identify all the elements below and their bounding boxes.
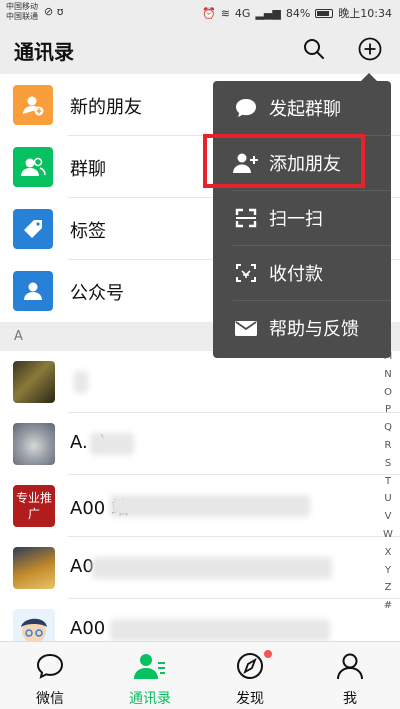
wifi-icon: ≋ <box>220 6 230 20</box>
redacted-name <box>110 495 310 517</box>
page-title: 通讯录 <box>14 40 74 64</box>
signal-icon: ▂▄▆ <box>255 6 281 20</box>
plus-popup-menu: 发起群聊 添加朋友 扫一扫 收付款 帮助与反馈 <box>213 81 391 358</box>
menu-item-group-chat[interactable]: 发起群聊 <box>213 81 391 136</box>
plus-circle-icon[interactable] <box>358 37 382 61</box>
index-letter[interactable]: Y <box>378 562 398 580</box>
avatar <box>13 361 55 403</box>
tab-chats[interactable]: 微信 <box>0 642 100 709</box>
tab-contacts[interactable]: 通讯录 <box>100 642 200 709</box>
menu-item-label: 发起群聊 <box>269 99 341 120</box>
redacted-name <box>90 433 134 455</box>
carrier-line2: 中国联通 <box>6 12 38 21</box>
header: 通讯录 <box>0 24 400 74</box>
tab-label: 微信 <box>36 691 64 707</box>
section-letter: A <box>14 329 23 344</box>
avatar <box>13 547 55 589</box>
contact-row[interactable]: A00 <box>0 599 400 641</box>
chat-icon <box>34 650 66 682</box>
index-letter[interactable]: Q <box>378 419 398 437</box>
official-account-icon <box>13 271 53 311</box>
index-letter[interactable]: X <box>378 544 398 562</box>
list-item-label: 标签 <box>70 221 106 242</box>
me-icon <box>334 650 366 682</box>
menu-item-money[interactable]: 收付款 <box>213 246 391 301</box>
payment-icon <box>233 261 259 285</box>
contact-row[interactable]: 专业推广 A00 站 <box>0 475 400 537</box>
menu-item-label: 扫一扫 <box>269 209 323 230</box>
compass-icon <box>234 650 266 682</box>
menu-item-label: 帮助与反馈 <box>269 319 359 340</box>
index-letter[interactable]: S <box>378 455 398 473</box>
tab-discover[interactable]: 发现 <box>200 642 300 709</box>
menu-item-label: 收付款 <box>269 264 323 285</box>
mail-icon <box>233 316 259 340</box>
list-item-label: 群聊 <box>70 159 106 180</box>
menu-item-scan[interactable]: 扫一扫 <box>213 191 391 246</box>
contact-name: A00 <box>70 618 106 639</box>
index-letter[interactable]: N <box>378 366 398 384</box>
status-bar: 中国移动 中国联通 ⊘ ʊ ⏰ ≋ 4G ▂▄▆ 84% 晚上10:34 <box>0 0 400 24</box>
tab-label: 通讯录 <box>129 691 171 707</box>
contact-row[interactable]: A. :) <box>0 413 400 475</box>
contacts-icon <box>134 650 166 682</box>
battery-icon <box>315 8 334 18</box>
network-label: 4G <box>234 6 251 20</box>
index-letter[interactable]: R <box>378 437 398 455</box>
highlight-annotation <box>203 134 365 188</box>
alphabet-index[interactable]: M N O P Q R S T U V W X Y Z # <box>378 348 398 615</box>
index-letter[interactable]: W <box>378 526 398 544</box>
add-person-icon <box>13 85 53 125</box>
group-icon <box>13 147 53 187</box>
index-letter[interactable]: V <box>378 508 398 526</box>
index-letter[interactable]: Z <box>378 579 398 597</box>
avatar <box>13 609 55 641</box>
scan-icon <box>233 206 259 230</box>
carrier-line1: 中国移动 <box>6 2 38 11</box>
redacted-name <box>110 619 330 641</box>
tag-icon <box>13 209 53 249</box>
contact-row[interactable]: A0 <box>0 537 400 599</box>
menu-item-help-feedback[interactable]: 帮助与反馈 <box>213 301 391 356</box>
index-letter[interactable]: # <box>378 597 398 615</box>
contact-row[interactable] <box>0 351 400 413</box>
alarm-icon: ⏰ <box>202 6 216 20</box>
unread-dot <box>264 650 272 658</box>
tab-me[interactable]: 我 <box>300 642 400 709</box>
avatar: 专业推广 <box>13 485 55 527</box>
clock: 晚上10:34 <box>338 7 392 20</box>
index-letter[interactable]: U <box>378 490 398 508</box>
list-item-label: 新的朋友 <box>70 97 142 118</box>
index-letter[interactable]: T <box>378 473 398 491</box>
tab-bar: 微信 通讯录 发现 我 <box>0 641 400 709</box>
chat-bubble-icon <box>233 96 259 120</box>
tab-label: 发现 <box>236 691 264 707</box>
battery-percent: 84% <box>285 6 311 20</box>
redacted-name <box>92 557 332 579</box>
notification-icons: ⊘ ʊ <box>44 5 64 18</box>
carrier-info: 中国移动 中国联通 <box>6 2 38 22</box>
index-letter[interactable]: O <box>378 384 398 402</box>
list-item-label: 公众号 <box>70 283 124 304</box>
contact-name: A0 <box>70 556 94 577</box>
redacted-name <box>74 371 88 393</box>
status-right: ⏰ ≋ 4G ▂▄▆ 84% 晚上10:34 <box>202 5 392 21</box>
avatar <box>13 423 55 465</box>
search-icon[interactable] <box>303 38 325 60</box>
tab-label: 我 <box>343 691 357 707</box>
index-letter[interactable]: P <box>378 401 398 419</box>
